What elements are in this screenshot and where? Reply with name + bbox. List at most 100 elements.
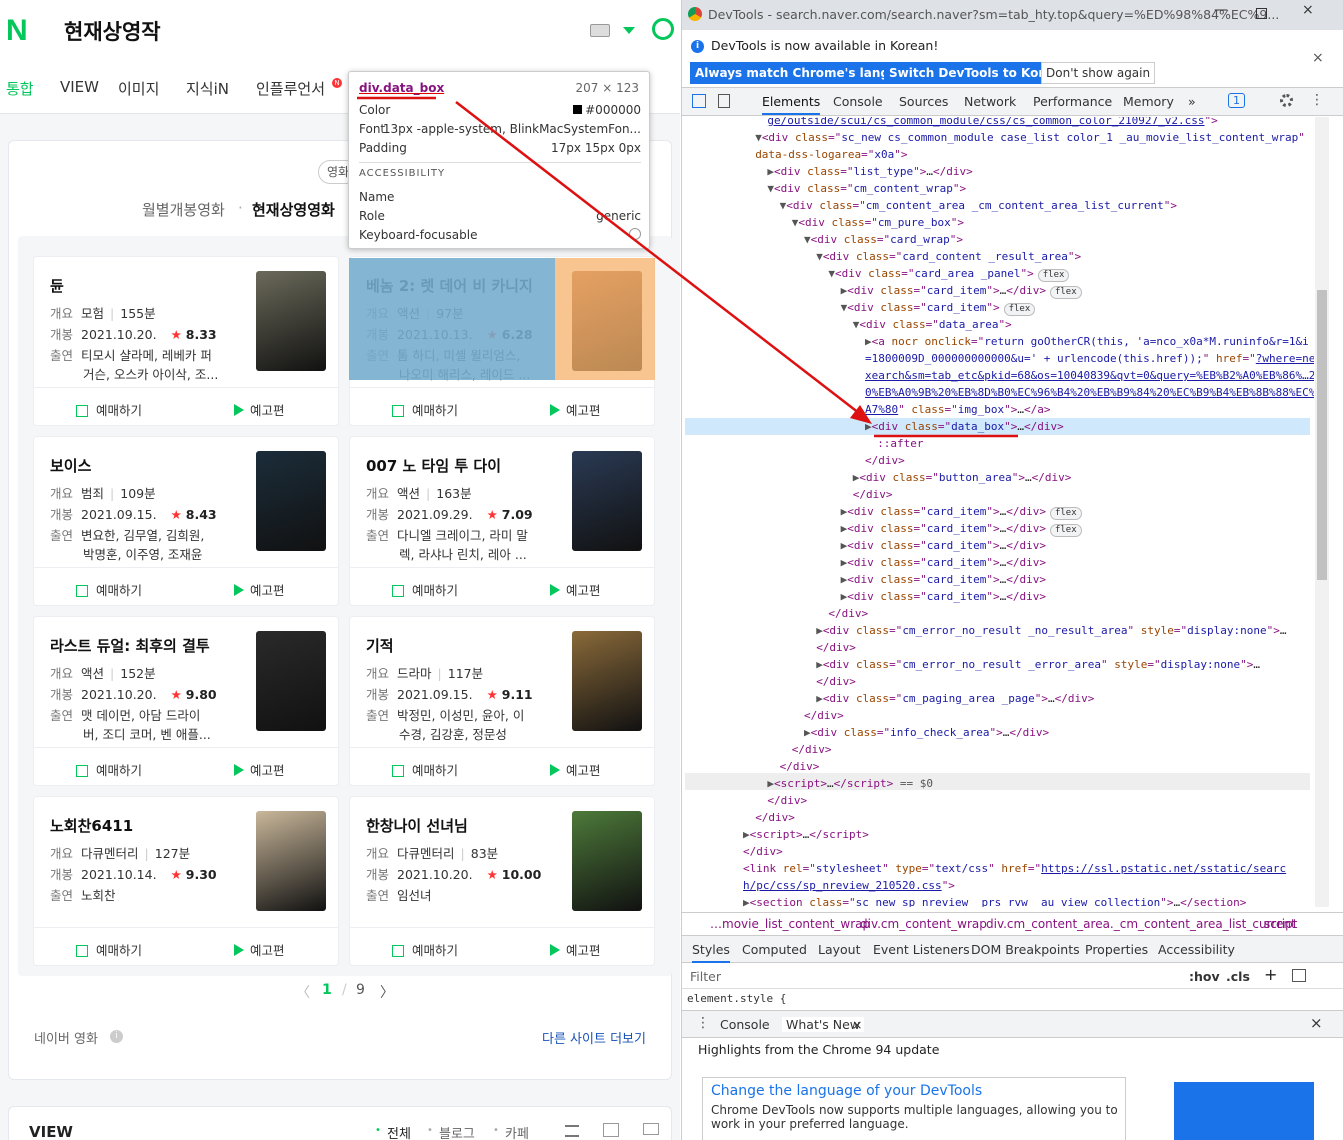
tab-layout[interactable]: Layout xyxy=(818,942,861,957)
movie-card[interactable]: 보이스 개요 범죄 | 109분 개봉 2021.09.15. ★ 8.43 출연 변요한, 김무열… xyxy=(33,436,339,606)
element-style-rule[interactable]: element.style { xyxy=(687,992,786,1005)
tab-network[interactable]: Network xyxy=(964,94,1016,109)
dom-node-line[interactable]: ▼<div class="card_item"> flex xyxy=(841,299,1036,316)
dom-node-line[interactable]: </div> xyxy=(865,452,905,469)
dom-node-line[interactable]: ▶<div class="card_item">…</div> flex xyxy=(841,503,1082,520)
trailer-button[interactable]: 예고편 xyxy=(234,580,285,599)
dom-node-line[interactable]: ▶<div class="card_item">…</div> flex xyxy=(841,520,1082,537)
pager-next-button[interactable]: 〉 xyxy=(380,982,394,1002)
drawer-tab-console[interactable]: Console xyxy=(720,1017,770,1032)
dom-node-line[interactable]: ▶<div class="data_box">…</div> xyxy=(865,418,1064,435)
pager-prev-button[interactable]: 〈 xyxy=(296,982,310,1002)
search-query-input[interactable]: 현재상영작 xyxy=(64,16,161,46)
movie-poster[interactable] xyxy=(572,811,642,911)
dom-node-line[interactable]: </div> xyxy=(816,673,856,690)
dom-node-line[interactable]: </div> xyxy=(804,707,844,724)
dom-node-line[interactable]: ▶<div class="card_item">…</div> xyxy=(841,554,1046,571)
tab-memory[interactable]: Memory xyxy=(1123,94,1174,109)
dom-node-line[interactable]: ▼<div class="card_wrap"> xyxy=(804,231,963,248)
book-button[interactable]: 예매하기 xyxy=(392,580,458,599)
dom-node-line[interactable]: data-dss-logarea="x0a"> xyxy=(755,146,907,163)
dom-node-line[interactable]: ▼<div class="cm_content_wrap"> xyxy=(767,180,966,197)
dom-node-line[interactable]: h/pc/css/sp_nreview_210520.css"> xyxy=(743,877,955,894)
dom-node-line[interactable]: </div> xyxy=(780,758,820,775)
dom-node-line[interactable]: 0%EB%A0%9B%20%EB%8D%B0%EC%96%B4%20%EB%B9… xyxy=(865,384,1314,401)
crumb-2[interactable]: div.cm_content_wrap xyxy=(860,917,987,931)
tab-computed[interactable]: Computed xyxy=(742,942,807,957)
tab-influencer[interactable]: 인플루언서 xyxy=(256,78,325,99)
infobar-close-icon[interactable]: × xyxy=(1312,50,1324,66)
dom-node-line[interactable]: </div> xyxy=(853,486,893,503)
crumb-3[interactable]: div.cm_content_area._cm_content_area_lis… xyxy=(986,917,1296,931)
window-close-button[interactable]: × xyxy=(1302,2,1314,18)
cls-toggle[interactable]: .cls xyxy=(1226,969,1250,984)
info-icon[interactable]: i xyxy=(110,1030,123,1043)
dom-node-line[interactable]: xearch&sm=tab_etc&pkid=68&os=10040839&qv… xyxy=(865,367,1314,384)
dom-node-line[interactable]: ▶<script>…</script> == $0 xyxy=(767,775,933,792)
dom-node-line[interactable]: ▶<div class="card_item">…</div> flex xyxy=(841,282,1082,299)
movie-poster[interactable] xyxy=(256,811,326,911)
trailer-button[interactable]: 예고편 xyxy=(234,760,285,779)
movie-title[interactable]: 라스트 듀얼: 최후의 결투 xyxy=(50,635,210,656)
dom-node-line[interactable]: ▶<div class="list_type">…</div> xyxy=(767,163,972,180)
tab-sources[interactable]: Sources xyxy=(899,94,948,109)
subtab-current[interactable]: 현재상영영화 xyxy=(252,199,335,220)
dom-node-line[interactable]: ▶<div class="cm_error_no_result _no_resu… xyxy=(816,622,1286,639)
dom-node-line[interactable]: </div> xyxy=(828,605,868,622)
dom-node-line[interactable]: ▼<div class="cm_pure_box"> xyxy=(792,214,964,231)
dom-node-line[interactable]: ▼<div class="sc_new cs_common_module cas… xyxy=(755,129,1305,146)
movie-card[interactable]: 한창나이 선녀님 개요 다큐멘터리 | 83분 개봉 2021.10.20. ★ 10.00 출연… xyxy=(349,796,655,966)
dom-node-line[interactable]: ▶<div class="cm_paging_area _page">…</di… xyxy=(816,690,1094,707)
book-button[interactable]: 예매하기 xyxy=(76,400,142,419)
issues-badge[interactable]: 1 xyxy=(1228,93,1245,108)
more-tabs-icon[interactable]: » xyxy=(1188,94,1196,109)
dom-node-line[interactable]: </div> xyxy=(755,809,795,826)
trailer-button[interactable]: 예고편 xyxy=(234,940,285,959)
dom-node-line[interactable]: ▶<div class="cm_error_no_result _error_a… xyxy=(816,656,1260,673)
new-rule-icon[interactable]: + xyxy=(1264,965,1277,984)
dom-node-line[interactable]: ge/outside/scui/cs_common_module/css/cs_… xyxy=(767,117,1217,129)
tab-properties[interactable]: Properties xyxy=(1085,942,1148,957)
maximize-button[interactable] xyxy=(1256,8,1267,19)
dom-node-line[interactable]: <link rel="stylesheet" type="text/css" h… xyxy=(743,860,1286,877)
trailer-button[interactable]: 예고편 xyxy=(234,400,285,419)
whats-new-close-icon[interactable]: × xyxy=(852,1017,862,1032)
tab-styles[interactable]: Styles xyxy=(692,942,730,963)
movie-title[interactable]: 듄 xyxy=(50,275,64,296)
dom-node-line[interactable]: ▶<div class="info_check_area">…</div> xyxy=(804,724,1049,741)
search-icon[interactable] xyxy=(652,18,674,40)
movie-card[interactable]: 기적 개요 드라마 | 117분 개봉 2021.09.15. ★ 9.11 출연 박정민, 이성민… xyxy=(349,616,655,786)
view-filter-cafe[interactable]: 카페 xyxy=(505,1123,529,1140)
tab-dom-breakpoints[interactable]: DOM Breakpoints xyxy=(971,942,1080,957)
dom-node-line[interactable]: ▶<div class="card_item">…</div> xyxy=(841,537,1046,554)
inspect-element-icon[interactable] xyxy=(692,94,706,108)
dom-node-line[interactable]: </div> xyxy=(792,741,832,758)
dom-node-line[interactable]: </div> xyxy=(743,843,783,860)
tab-elements[interactable]: Elements xyxy=(762,94,821,115)
dom-node-line[interactable]: ▼<div class="cm_content_area _cm_content… xyxy=(780,197,1177,214)
movie-title[interactable]: 기적 xyxy=(366,635,394,656)
book-button[interactable]: 예매하기 xyxy=(392,400,458,419)
sidebar-toggle-icon[interactable] xyxy=(1292,969,1306,982)
trailer-button[interactable]: 예고편 xyxy=(550,580,601,599)
book-button[interactable]: 예매하기 xyxy=(392,760,458,779)
keyboard-icon[interactable] xyxy=(590,24,610,37)
settings-gear-icon[interactable] xyxy=(1280,94,1293,107)
dom-node-line[interactable]: ▶<div class="card_item">…</div> xyxy=(841,588,1046,605)
movie-card[interactable]: 듄 개요 모험 | 155분 개봉 2021.10.20. ★ 8.33 출연 티모시 샬라메, 레… xyxy=(33,256,339,426)
book-button[interactable]: 예매하기 xyxy=(392,940,458,959)
list-view-icon[interactable] xyxy=(565,1125,579,1137)
dom-node-line[interactable]: ▼<div class="card_area _panel"> flex xyxy=(828,265,1070,282)
drawer-menu-icon[interactable]: ⋮ xyxy=(696,1015,710,1031)
trailer-button[interactable]: 예고편 xyxy=(550,940,601,959)
movie-card[interactable]: 007 노 타임 투 다이 개요 액션 | 163분 개봉 2021.09.29. ★ 7.09… xyxy=(349,436,655,606)
trailer-button[interactable]: 예고편 xyxy=(550,400,601,419)
chevron-down-icon[interactable] xyxy=(623,27,635,34)
movie-poster[interactable] xyxy=(256,271,326,371)
tab-integrated[interactable]: 통합 xyxy=(6,78,34,99)
naver-logo[interactable]: N xyxy=(6,14,28,48)
book-button[interactable]: 예매하기 xyxy=(76,760,142,779)
movie-poster[interactable] xyxy=(572,631,642,731)
scrollbar-thumb[interactable] xyxy=(1317,290,1327,580)
elements-tree[interactable]: ge/outside/scui/cs_common_module/css/cs_… xyxy=(682,117,1314,907)
